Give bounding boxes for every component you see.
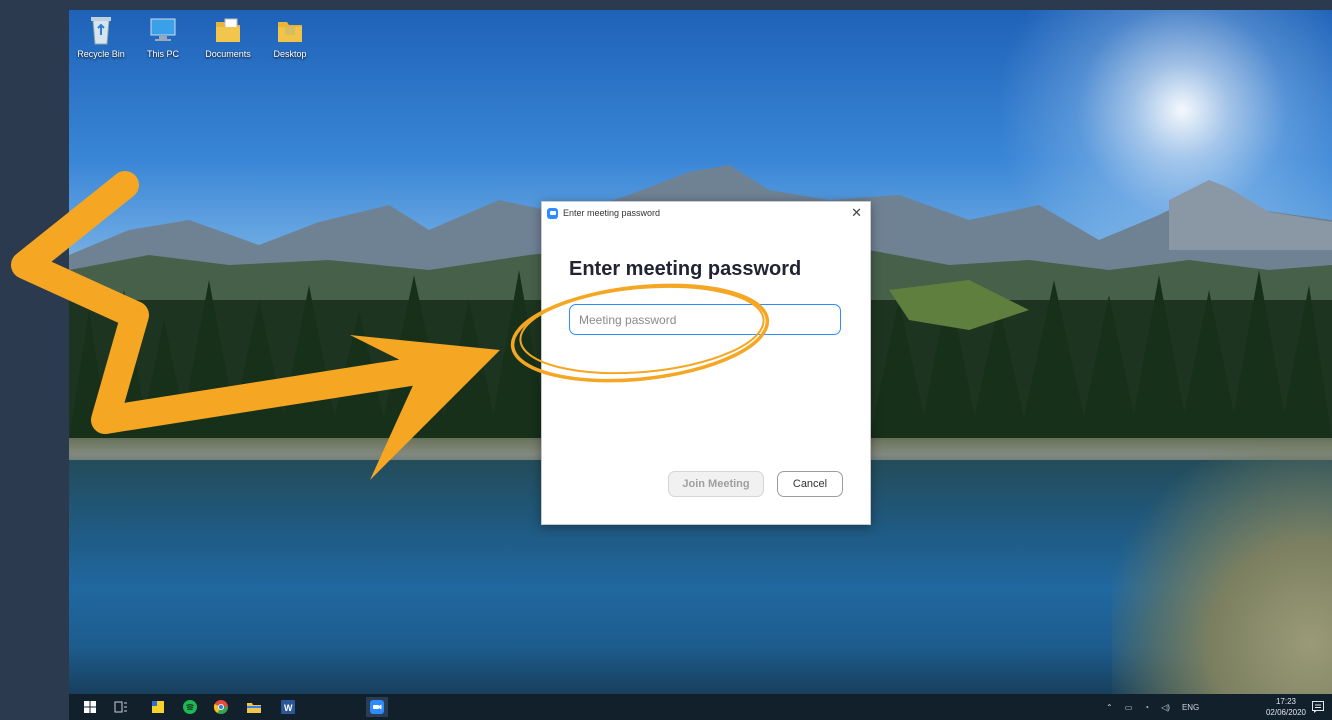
- spotify-icon[interactable]: [180, 697, 200, 717]
- desktop-icon-label: Desktop: [273, 49, 307, 59]
- desktop-icon-this-pc[interactable]: This PC: [135, 14, 191, 59]
- desktop-icon-label: Recycle Bin: [77, 49, 125, 59]
- svg-text:W: W: [284, 703, 293, 713]
- desktop-icon-documents[interactable]: Documents: [200, 14, 256, 59]
- meeting-password-dialog: Enter meeting password ✕ Enter meeting p…: [541, 201, 871, 525]
- task-view-icon[interactable]: [111, 697, 131, 717]
- top-frame: [0, 0, 1332, 10]
- desktop-icon-label: Documents: [205, 49, 251, 59]
- desktop-icon-label: This PC: [146, 49, 179, 59]
- chrome-icon[interactable]: [211, 697, 231, 717]
- folder-documents-icon: [213, 14, 243, 46]
- recycle-bin-icon: [86, 14, 116, 46]
- chevron-up-icon[interactable]: ⌃: [1106, 703, 1113, 712]
- zoom-logo-icon: [547, 207, 558, 219]
- meeting-password-input[interactable]: [569, 304, 841, 335]
- notifications-icon[interactable]: [1308, 697, 1328, 717]
- clock[interactable]: 17:23 02/06/2020: [1266, 696, 1306, 718]
- close-icon[interactable]: ✕: [851, 205, 862, 221]
- clock-time: 17:23: [1275, 697, 1296, 706]
- left-frame: [0, 0, 69, 720]
- wifi-icon[interactable]: ◔: [1144, 703, 1149, 712]
- cancel-button[interactable]: Cancel: [777, 471, 843, 497]
- word-icon[interactable]: W: [278, 697, 298, 717]
- clock-date: 02/06/2020: [1265, 708, 1306, 717]
- taskbar: W ⌃ ▭ ◔ ◁) ENG 17:23 02/06/2020: [69, 694, 1332, 720]
- battery-icon[interactable]: ▭: [1125, 703, 1133, 712]
- system-tray: ⌃ ▭ ◔ ◁) ENG: [1106, 694, 1199, 720]
- sticky-notes-icon[interactable]: [148, 697, 168, 717]
- desktop-icon-recycle-bin[interactable]: Recycle Bin: [73, 14, 129, 59]
- windows-start-icon[interactable]: [80, 697, 100, 717]
- join-meeting-button[interactable]: Join Meeting: [668, 471, 764, 497]
- language-indicator[interactable]: ENG: [1182, 703, 1199, 712]
- dialog-heading: Enter meeting password: [569, 258, 802, 280]
- volume-icon[interactable]: ◁): [1161, 703, 1170, 712]
- dialog-titlebar[interactable]: Enter meeting password: [542, 202, 870, 224]
- zoom-icon[interactable]: [366, 697, 388, 717]
- folder-desktop-icon: [275, 14, 305, 46]
- computer-icon: [148, 14, 178, 46]
- desktop-icon-desktop[interactable]: Desktop: [262, 14, 318, 59]
- dialog-window-title: Enter meeting password: [563, 208, 661, 218]
- file-explorer-icon[interactable]: [244, 697, 264, 717]
- gravel-bank: [1112, 440, 1332, 694]
